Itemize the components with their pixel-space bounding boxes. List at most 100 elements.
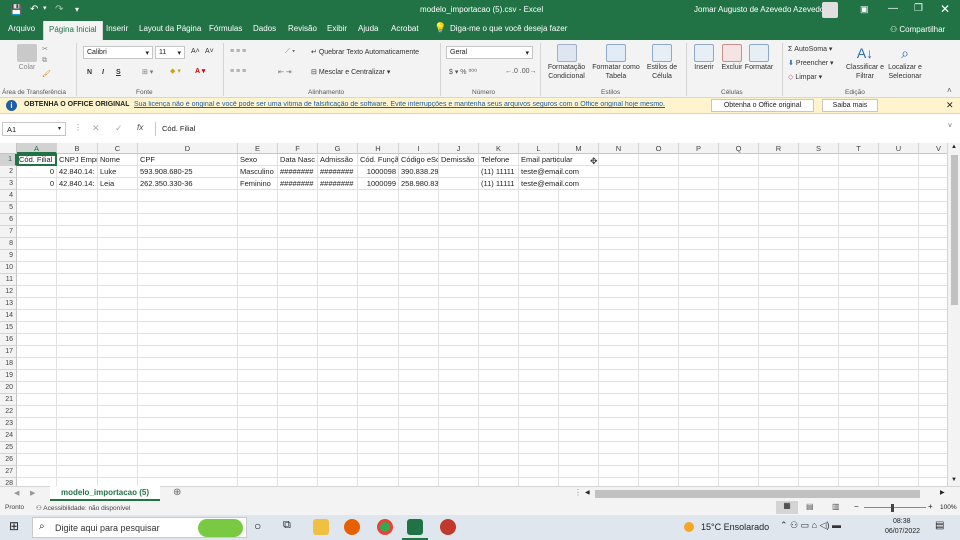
weather-text[interactable]: 15°C Ensolarado [701, 522, 769, 532]
row-header-18[interactable]: 18 [0, 358, 17, 370]
tell-me-search[interactable]: Diga-me o que você deseja fazer [450, 24, 567, 33]
row-header-26[interactable]: 26 [0, 454, 17, 466]
row-header-6[interactable]: 6 [0, 214, 17, 226]
firefox-icon[interactable] [344, 519, 360, 535]
scroll-down-icon[interactable]: ▼ [951, 477, 957, 483]
data-cell[interactable]: 42.840.14: [57, 178, 97, 190]
column-header-f[interactable]: F [278, 143, 318, 154]
zoom-slider[interactable] [864, 507, 926, 508]
normal-view-icon[interactable]: ▦ [776, 501, 798, 514]
clear-button[interactable]: ◇ Limpar ▾ [788, 73, 822, 81]
row-header-27[interactable]: 27 [0, 466, 17, 478]
row-header-1[interactable]: 1 [0, 154, 17, 166]
bold-button[interactable]: N [87, 69, 92, 76]
row-header-5[interactable]: 5 [0, 202, 17, 214]
shrink-font-icon[interactable]: A˅ [205, 48, 214, 55]
header-cell[interactable]: Nome [98, 154, 137, 166]
scroll-right-icon[interactable]: ▶ [940, 489, 945, 496]
tab-dados[interactable]: Dados [253, 24, 276, 33]
tab-inserir[interactable]: Inserir [106, 24, 128, 33]
undo-icon[interactable]: ↶ [30, 4, 38, 15]
row-header-23[interactable]: 23 [0, 418, 17, 430]
zoom-out-icon[interactable]: − [854, 502, 859, 511]
underline-button[interactable]: S [116, 69, 121, 76]
page-layout-icon[interactable]: ▤ [806, 502, 814, 511]
expand-formula-icon[interactable]: ˅ [948, 123, 952, 130]
data-cell[interactable]: ######## [278, 178, 317, 190]
column-header-q[interactable]: Q [719, 143, 759, 154]
column-header-r[interactable]: R [759, 143, 799, 154]
data-cell[interactable]: 593.908.680-25 [138, 166, 237, 178]
column-header-l[interactable]: L [519, 143, 559, 154]
avatar[interactable] [822, 2, 838, 18]
data-cell[interactable]: Leia [98, 178, 137, 190]
share-button[interactable]: ⚇ Compartilhar [890, 25, 945, 34]
column-header-d[interactable]: D [138, 143, 238, 154]
tab-pagina-inicial[interactable]: Página Inicial [43, 21, 103, 40]
notification-message[interactable]: Sua licença não é original e você pode s… [134, 101, 700, 108]
learn-more-button[interactable]: Saiba mais [822, 99, 878, 112]
font-size-select[interactable]: 11 ▾ [155, 46, 185, 59]
header-cell[interactable]: Telefone [479, 154, 518, 166]
font-name-select[interactable]: Calibri ▾ [83, 46, 153, 59]
task-view-icon[interactable]: ⧉ [283, 519, 291, 532]
number-format-select[interactable]: Geral ▾ [446, 46, 533, 59]
fill-button[interactable]: ⬇ Preencher ▾ [788, 59, 834, 67]
select-all-corner[interactable] [0, 143, 17, 154]
tab-acrobat[interactable]: Acrobat [391, 24, 419, 33]
orientation-icon[interactable]: ⟋ ▾ [285, 48, 295, 56]
column-header-g[interactable]: G [318, 143, 358, 154]
close-notification-icon[interactable]: ✕ [946, 100, 954, 111]
app-icon[interactable] [440, 519, 456, 535]
column-header-n[interactable]: N [599, 143, 639, 154]
row-header-4[interactable]: 4 [0, 190, 17, 202]
data-cell[interactable]: 262.350.330-36 [138, 178, 237, 190]
scroll-up-icon[interactable]: ▲ [951, 144, 957, 150]
page-break-icon[interactable]: ▥ [832, 502, 840, 511]
name-box[interactable]: A1 ▾ [2, 122, 66, 136]
autosum-button[interactable]: Σ AutoSoma ▾ [788, 45, 832, 53]
tab-split-icon[interactable]: ⋮ [574, 488, 582, 497]
row-header-2[interactable]: 2 [0, 166, 17, 178]
row-header-16[interactable]: 16 [0, 334, 17, 346]
prev-sheet-icon[interactable]: ◀ [14, 489, 19, 497]
chrome-icon[interactable] [377, 519, 393, 535]
confirm-entry-icon[interactable]: ✓ [115, 123, 123, 134]
row-header-14[interactable]: 14 [0, 310, 17, 322]
get-office-button[interactable]: Obtenha o Office original [711, 99, 814, 112]
undo-dropdown-icon[interactable]: ▾ [43, 4, 47, 12]
tab-exibir[interactable]: Exibir [327, 24, 347, 33]
cortana-icon[interactable]: ○ [254, 519, 261, 533]
close-icon[interactable]: ✕ [940, 2, 950, 16]
data-cell[interactable]: 42.840.14: [57, 166, 97, 178]
paste-button[interactable]: Colar [12, 44, 42, 72]
excel-icon[interactable] [407, 519, 423, 535]
format-cells-button[interactable]: Formatar [742, 44, 776, 72]
row-header-12[interactable]: 12 [0, 286, 17, 298]
insert-function-icon[interactable]: fx [137, 123, 143, 132]
row-header-19[interactable]: 19 [0, 370, 17, 382]
clock-time[interactable]: 08:38 [893, 518, 911, 525]
zoom-slider-thumb[interactable] [891, 504, 894, 512]
header-cell[interactable]: Email particular [519, 154, 598, 166]
row-header-28[interactable]: 28 [0, 478, 17, 486]
decimal-icon[interactable]: ←.0 .00→ [505, 68, 537, 75]
currency-icon[interactable]: $ ▾ % ⁰⁰⁰ [449, 68, 477, 76]
header-cell[interactable]: Admissão [318, 154, 357, 166]
row-header-9[interactable]: 9 [0, 250, 17, 262]
data-cell[interactable]: Luke [98, 166, 137, 178]
tab-formulas[interactable]: Fórmulas [209, 24, 242, 33]
header-cell[interactable]: Data Nasc [278, 154, 317, 166]
clock-date[interactable]: 06/07/2022 [885, 528, 920, 535]
vertical-scroll-thumb[interactable] [951, 155, 958, 305]
data-cell[interactable]: Feminino [238, 178, 277, 190]
data-cell[interactable]: teste@email.com [519, 166, 598, 178]
merge-center-button[interactable]: ⊟ Mesclar e Centralizar ▾ [311, 68, 390, 76]
cut-icon[interactable]: ✂ [42, 45, 48, 53]
align-left-icon[interactable]: ≡ ≡ ≡ [230, 68, 246, 75]
horizontal-scroll-thumb[interactable] [595, 490, 920, 498]
column-header-m[interactable]: M [559, 143, 599, 154]
find-select-button[interactable]: ⌕ Localizar e Selecionar [884, 44, 926, 81]
align-top-icon[interactable]: ≡ ≡ ≡ [230, 48, 246, 55]
row-header-15[interactable]: 15 [0, 322, 17, 334]
